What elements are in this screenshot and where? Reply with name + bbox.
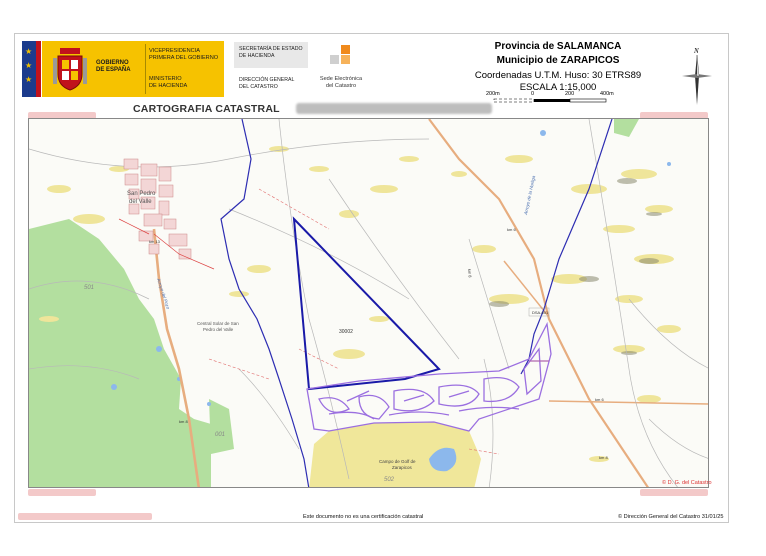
forest-area [614, 119, 639, 137]
town-label: del Valle [129, 199, 152, 205]
secretaria-label: SECRETARÍA DE ESTADO DE HACIENDA [234, 42, 308, 68]
star-icon: ★ [25, 47, 33, 56]
town-blocks [123, 158, 192, 260]
provincia-title: Provincia de SALAMANCA [494, 41, 622, 52]
road-km-label: km 6 [595, 397, 604, 402]
government-label: GOBIERNO DE ESPAÑA [96, 60, 131, 73]
north-label: N [693, 47, 699, 55]
stream-label: Arroyo de la Hurliga [523, 175, 536, 216]
star-icon: ★ [25, 75, 33, 84]
road-label: DSA-601 [532, 310, 549, 315]
direccion-general-label: DIRECCIÓN GENERAL DEL CATASTRO [239, 77, 295, 90]
road-km-label: km 8 [467, 269, 473, 279]
road-km-label: km 8 [179, 419, 188, 424]
vicepresidencia-label: VICEPRESIDENCIA PRIMERA DEL GOBIERNO [149, 48, 219, 61]
polygon-label: 001 [215, 432, 225, 438]
footer-copyright: © Dirección General del Catastro 31/01/2… [618, 514, 724, 520]
ribbon-divider [145, 44, 146, 94]
golf-label: Zarapicos [392, 465, 413, 470]
road [548, 400, 708, 405]
road-km-label: km 6 [507, 227, 516, 232]
redacted-tag [28, 489, 96, 496]
road-km-label: km 13 [149, 239, 161, 244]
ministerio-label: MINISTERIO DE HACIENDA [149, 76, 188, 89]
redacted-tag [18, 513, 152, 520]
golf-label: Campo de Golf de [379, 459, 416, 464]
sede-electronica-icon [330, 45, 350, 64]
section-title: CARTOGRAFIA CATASTRAL [133, 103, 280, 115]
scale-bar: 200m 0 200 400m [480, 91, 630, 107]
redacted-reference [296, 103, 492, 114]
road-km-label: km 8 [599, 455, 608, 460]
solar-plant-label: Central Solar de San [197, 321, 239, 326]
terrain-shadows [489, 178, 662, 355]
north-arrow-icon: N [682, 47, 712, 105]
eu-flag-stripe: ★ ★ ★ [22, 41, 36, 97]
map-canvas: San Pedro del Valle 30002 501 001 502 Ca… [29, 119, 708, 487]
urbanization-parcels [306, 321, 552, 432]
municipal-boundary [220, 119, 310, 487]
municipal-boundaries [208, 188, 500, 455]
flag-red-stripe [36, 41, 41, 97]
municipal-boundary [520, 119, 613, 375]
map-copyright: © D. G. del Catastro [662, 480, 712, 486]
parcel-id-label: 30002 [339, 329, 353, 335]
star-icon: ★ [25, 61, 33, 70]
forest-area [209, 399, 234, 454]
cadastral-map[interactable]: San Pedro del Valle 30002 501 001 502 Ca… [28, 118, 709, 488]
forest-area [29, 219, 211, 487]
coat-of-arms-icon [53, 48, 87, 91]
polygon-label: 501 [84, 285, 94, 291]
municipio-title: Municipio de ZARAPICOS [496, 55, 620, 66]
town-label: San Pedro [127, 191, 156, 197]
disclaimer-note: Este documento no es una certificación c… [303, 514, 424, 520]
polygon-label: 502 [384, 477, 395, 483]
redacted-tag [640, 489, 708, 496]
sede-electronica-label: Sede Electrónica del Catastro [319, 76, 363, 89]
solar-plant-label: Pedro del Valle [203, 327, 234, 332]
